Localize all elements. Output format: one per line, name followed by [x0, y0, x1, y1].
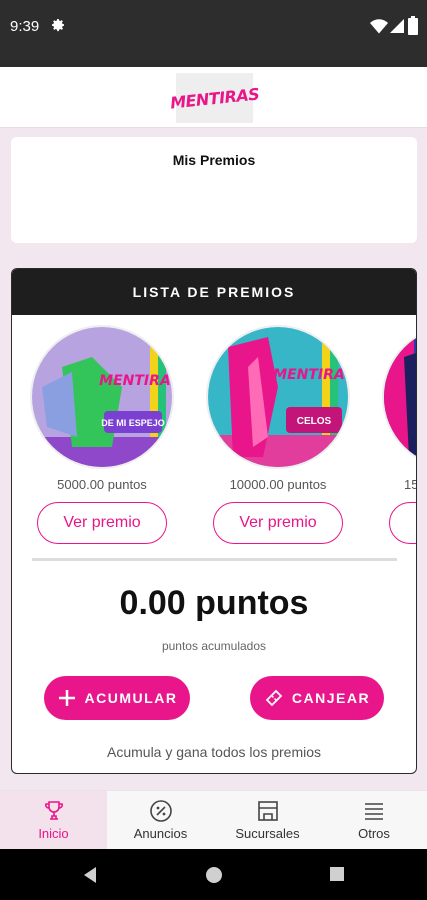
menu-icon: [365, 803, 383, 820]
points-value: 0.00 puntos: [119, 584, 309, 622]
prize-image[interactable]: DE MI ESPEJO MENTIRAS: [30, 325, 174, 469]
recents-icon[interactable]: [329, 866, 345, 882]
prize-logo-text: MENTIRAS: [273, 367, 350, 383]
system-nav-bar: [0, 849, 427, 900]
prize-logo-text: MENTIRAS: [99, 373, 174, 389]
canjear-button[interactable]: CANJEAR: [250, 676, 384, 720]
nav-label-inicio: Inicio: [38, 826, 69, 841]
footer-text: Acumula y gana todos los premios: [107, 744, 321, 760]
ticket-icon: [265, 689, 283, 707]
back-icon[interactable]: [82, 866, 98, 884]
lista-premios-header: LISTA DE PREMIOS: [12, 269, 416, 315]
nav-item-otros[interactable]: Otros: [321, 791, 427, 850]
app-logo: MENTIRAS: [169, 73, 260, 123]
ver-premio-button[interactable]: Ver premio: [213, 502, 343, 544]
status-bar: 9:39: [0, 0, 427, 67]
prize-points: 10000.00 puntos: [229, 477, 327, 492]
battery-icon: [408, 16, 418, 35]
canjear-label: CANJEAR: [291, 690, 371, 706]
acumular-label: ACUMULAR: [84, 690, 178, 706]
lista-premios-card: LISTA DE PREMIOS DE MI ESPEJO MENTIRAS 5…: [11, 268, 417, 774]
status-time: 9:39: [10, 18, 40, 35]
prize-points: 15: [404, 477, 416, 492]
points-label: puntos acumulados: [161, 639, 267, 653]
ver-premio-button[interactable]: Ver premio: [37, 502, 167, 544]
logo-text: MENTIRAS: [169, 83, 260, 113]
prize-image[interactable]: CELOS MENTIRAS: [206, 325, 350, 469]
trophy-icon: [44, 801, 63, 820]
settings-icon: [52, 19, 64, 32]
prize-caption: CELOS: [297, 416, 332, 427]
prize-image[interactable]: [382, 325, 416, 469]
mis-premios-title: Mis Premios: [172, 152, 256, 168]
app-header: MENTIRAS: [0, 67, 427, 128]
nav-item-sucursales[interactable]: Sucursales: [214, 791, 321, 850]
bottom-nav: Inicio Anuncios Sucursales Otros: [0, 790, 427, 850]
nav-item-inicio[interactable]: Inicio: [0, 791, 107, 850]
acumular-button[interactable]: ACUMULAR: [44, 676, 190, 720]
home-icon[interactable]: [205, 866, 223, 884]
nav-label-otros: Otros: [358, 826, 390, 841]
nav-item-anuncios[interactable]: Anuncios: [107, 791, 214, 850]
prize-caption: DE MI ESPEJO: [101, 418, 165, 428]
prize-artwork: [384, 327, 416, 467]
prize-card: CELOS MENTIRAS 10000.00 puntos Ver premi…: [198, 325, 358, 544]
ver-premio-button[interactable]: V: [389, 502, 416, 544]
mis-premios-card: Mis Premios: [11, 137, 417, 243]
signal-icon: [390, 19, 404, 33]
wifi-icon: [370, 19, 388, 34]
nav-label-sucursales: Sucursales: [235, 826, 300, 841]
prize-artwork: DE MI ESPEJO MENTIRAS: [32, 327, 174, 467]
plus-icon: [58, 690, 75, 706]
divider: [32, 558, 397, 561]
prize-card: DE MI ESPEJO MENTIRAS 5000.00 puntos Ver…: [22, 325, 182, 544]
store-icon: [257, 801, 278, 821]
percent-icon: [149, 800, 172, 822]
prize-artwork: CELOS MENTIRAS: [208, 327, 350, 467]
prizes-carousel[interactable]: DE MI ESPEJO MENTIRAS 5000.00 puntos Ver…: [12, 325, 416, 545]
prize-points: 5000.00 puntos: [57, 477, 147, 492]
nav-label-anuncios: Anuncios: [133, 826, 188, 841]
prize-card: 15 V: [374, 325, 416, 544]
